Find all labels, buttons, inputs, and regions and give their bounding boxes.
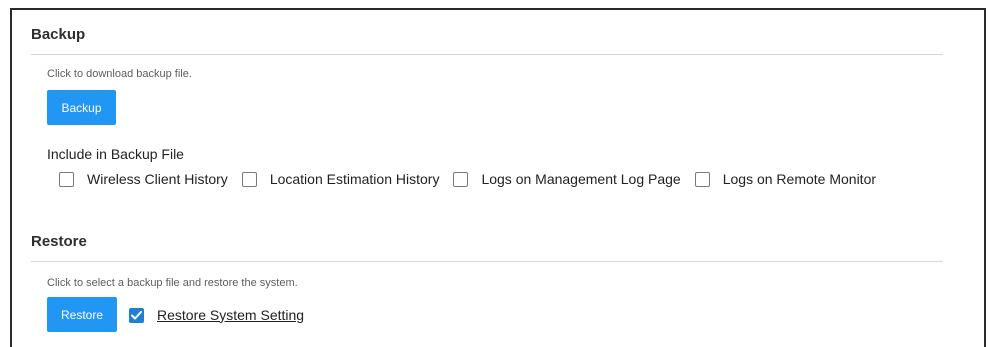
location-estimation-history-checkbox[interactable] bbox=[241, 171, 257, 187]
restore-button[interactable]: Restore bbox=[47, 297, 117, 332]
restore-system-setting-link[interactable]: Restore System Setting bbox=[157, 307, 304, 324]
option-logs-remote-monitor[interactable]: Logs on Remote Monitor bbox=[694, 171, 876, 188]
backup-divider bbox=[31, 54, 943, 55]
backup-section-title: Backup bbox=[31, 26, 86, 43]
restore-hint: Click to select a backup file and restor… bbox=[47, 277, 298, 289]
checkmark-icon bbox=[131, 310, 142, 319]
backup-button[interactable]: Backup bbox=[47, 90, 116, 125]
wireless-client-history-checkbox[interactable] bbox=[59, 171, 74, 187]
include-in-backup-label: Include in Backup File bbox=[47, 146, 184, 162]
backup-options: Wireless Client History Location Estimat… bbox=[59, 169, 890, 189]
backup-hint: Click to download backup file. bbox=[47, 68, 192, 80]
location-estimation-history-label[interactable]: Location Estimation History bbox=[270, 171, 440, 188]
restore-system-setting-option[interactable]: Restore System Setting bbox=[129, 305, 304, 325]
option-location-estimation-history[interactable]: Location Estimation History bbox=[241, 171, 440, 188]
logs-remote-monitor-label[interactable]: Logs on Remote Monitor bbox=[723, 171, 876, 188]
logs-management-log-page-checkbox[interactable] bbox=[453, 171, 469, 187]
wireless-client-history-label[interactable]: Wireless Client History bbox=[87, 171, 228, 188]
logs-management-log-page-label[interactable]: Logs on Management Log Page bbox=[481, 171, 680, 188]
option-logs-management-log-page[interactable]: Logs on Management Log Page bbox=[453, 171, 681, 188]
restore-section-title: Restore bbox=[31, 233, 87, 250]
restore-divider bbox=[31, 261, 943, 262]
logs-remote-monitor-checkbox[interactable] bbox=[694, 171, 710, 187]
option-wireless-client-history[interactable]: Wireless Client History bbox=[59, 171, 228, 188]
restore-system-setting-checkbox[interactable] bbox=[129, 307, 144, 323]
